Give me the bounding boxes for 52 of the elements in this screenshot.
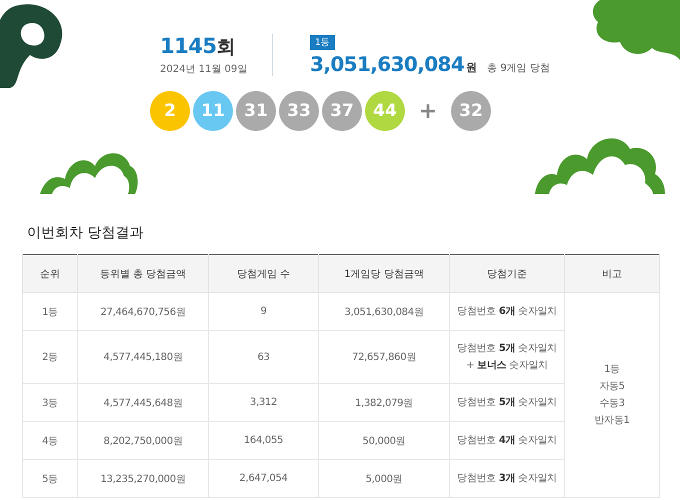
criteria-text: 당첨번호 5개 숫자일치: [456, 396, 558, 410]
round-suffix: 회: [216, 35, 236, 60]
table-cell: 9: [208, 292, 318, 330]
table-cell: 63: [208, 330, 318, 384]
table-cell: 1등: [22, 292, 78, 330]
note-text: 1등: [603, 363, 621, 377]
table-cell: 8,202,750,000원: [78, 422, 208, 460]
table-cell: 5등: [22, 460, 78, 498]
table-cell: 164,055: [208, 422, 318, 460]
note-text: 수동3: [598, 397, 626, 411]
number-ball: 11: [193, 91, 233, 131]
table-cell: 27,464,670,756원: [78, 292, 208, 330]
note-text: 반자동1: [593, 414, 631, 428]
currency-unit: 원: [466, 60, 478, 74]
note-text: 자동5: [598, 380, 626, 394]
table-cell: 13,235,270,000원: [78, 460, 208, 498]
draw-date: 2024년 11월 09일: [160, 63, 248, 76]
table-cell: 3등: [22, 384, 78, 422]
winners-note: 총 9게임 당첨: [487, 62, 550, 74]
plus-sign: +: [418, 98, 438, 124]
table-cell: 72,657,860원: [318, 330, 450, 384]
table-cell: 3,312: [208, 384, 318, 422]
table-cell: 4,577,445,180원: [78, 330, 208, 384]
number-ball: 37: [322, 91, 362, 131]
section-title: 이번회차 당첨결과: [26, 224, 144, 242]
table-cell: 2,647,054: [208, 460, 318, 498]
bonus-ball: 32: [451, 91, 491, 131]
table-cell: 1,382,079원: [318, 384, 450, 422]
round-number: 1145: [160, 34, 216, 58]
rank-badge: 1등: [310, 34, 335, 50]
table-cell: 4등: [22, 422, 78, 460]
criteria-text: 당첨번호 3개 숫자일치: [456, 472, 558, 486]
number-ball: 44: [365, 91, 405, 131]
column-header: 당첨게임 수: [208, 254, 318, 292]
criteria-text: 당첨번호 5개 숫자일치: [456, 342, 558, 356]
criteria-text: 당첨번호 6개 숫자일치: [456, 305, 558, 319]
prize-amount: 3,051,630,084: [310, 52, 464, 76]
criteria-text: 당첨번호 4개 숫자일치: [456, 434, 558, 448]
criteria-text: + 보너스 숫자일치: [465, 359, 549, 373]
table-cell: 5,000원: [318, 460, 450, 498]
table-cell: 3,051,630,084원: [318, 292, 450, 330]
number-ball: 33: [279, 91, 319, 131]
number-ball: 31: [236, 91, 276, 131]
table-cell: 4,577,445,648원: [78, 384, 208, 422]
column-header: 당첨기준: [450, 254, 564, 292]
column-header: 순위: [22, 254, 78, 292]
column-header: 비고: [564, 254, 660, 292]
table-cell: 50,000원: [318, 422, 450, 460]
number-ball: 2: [150, 91, 190, 131]
table-cell: 2등: [22, 330, 78, 384]
column-header: 1게임당 당첨금액: [318, 254, 450, 292]
column-header: 등위별 총 당첨금액: [78, 254, 208, 292]
